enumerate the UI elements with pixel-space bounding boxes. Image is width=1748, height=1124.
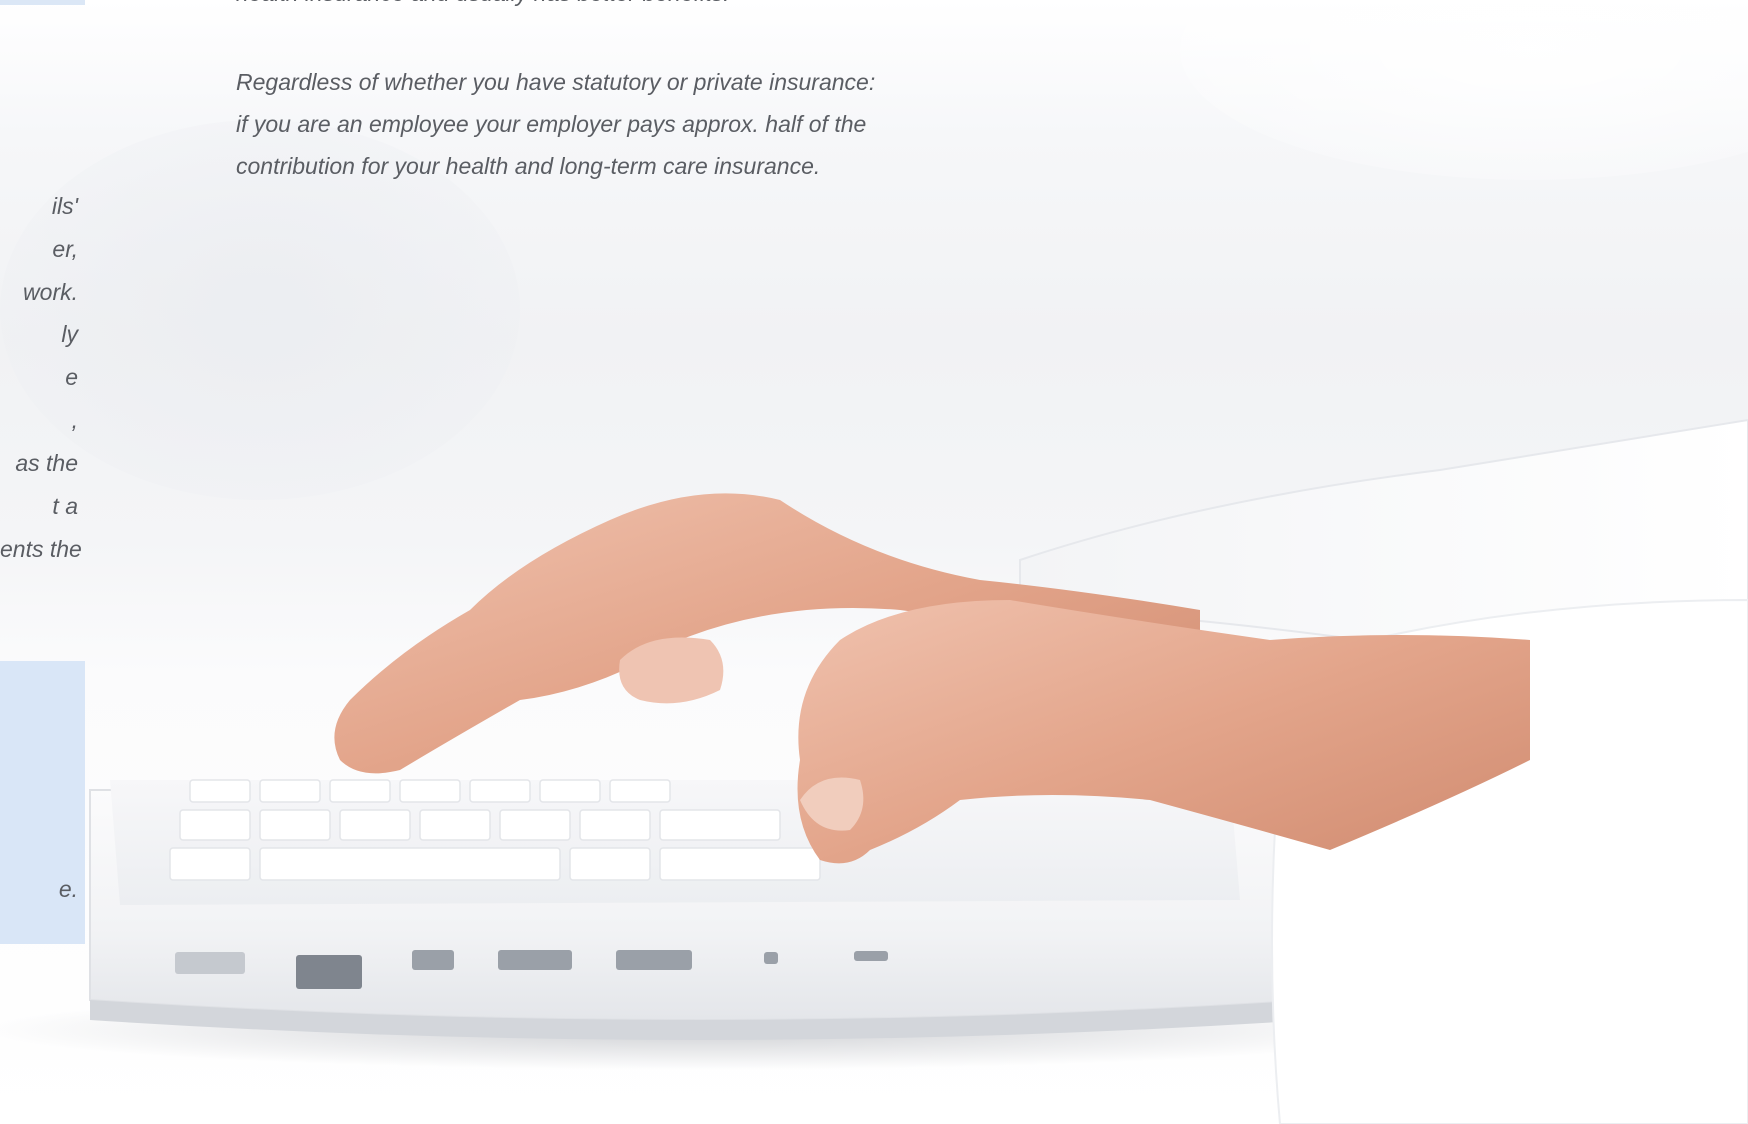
hands-typing-photo bbox=[0, 418, 1748, 1124]
document-page: health insurance and usually has better … bbox=[0, 0, 1748, 1124]
